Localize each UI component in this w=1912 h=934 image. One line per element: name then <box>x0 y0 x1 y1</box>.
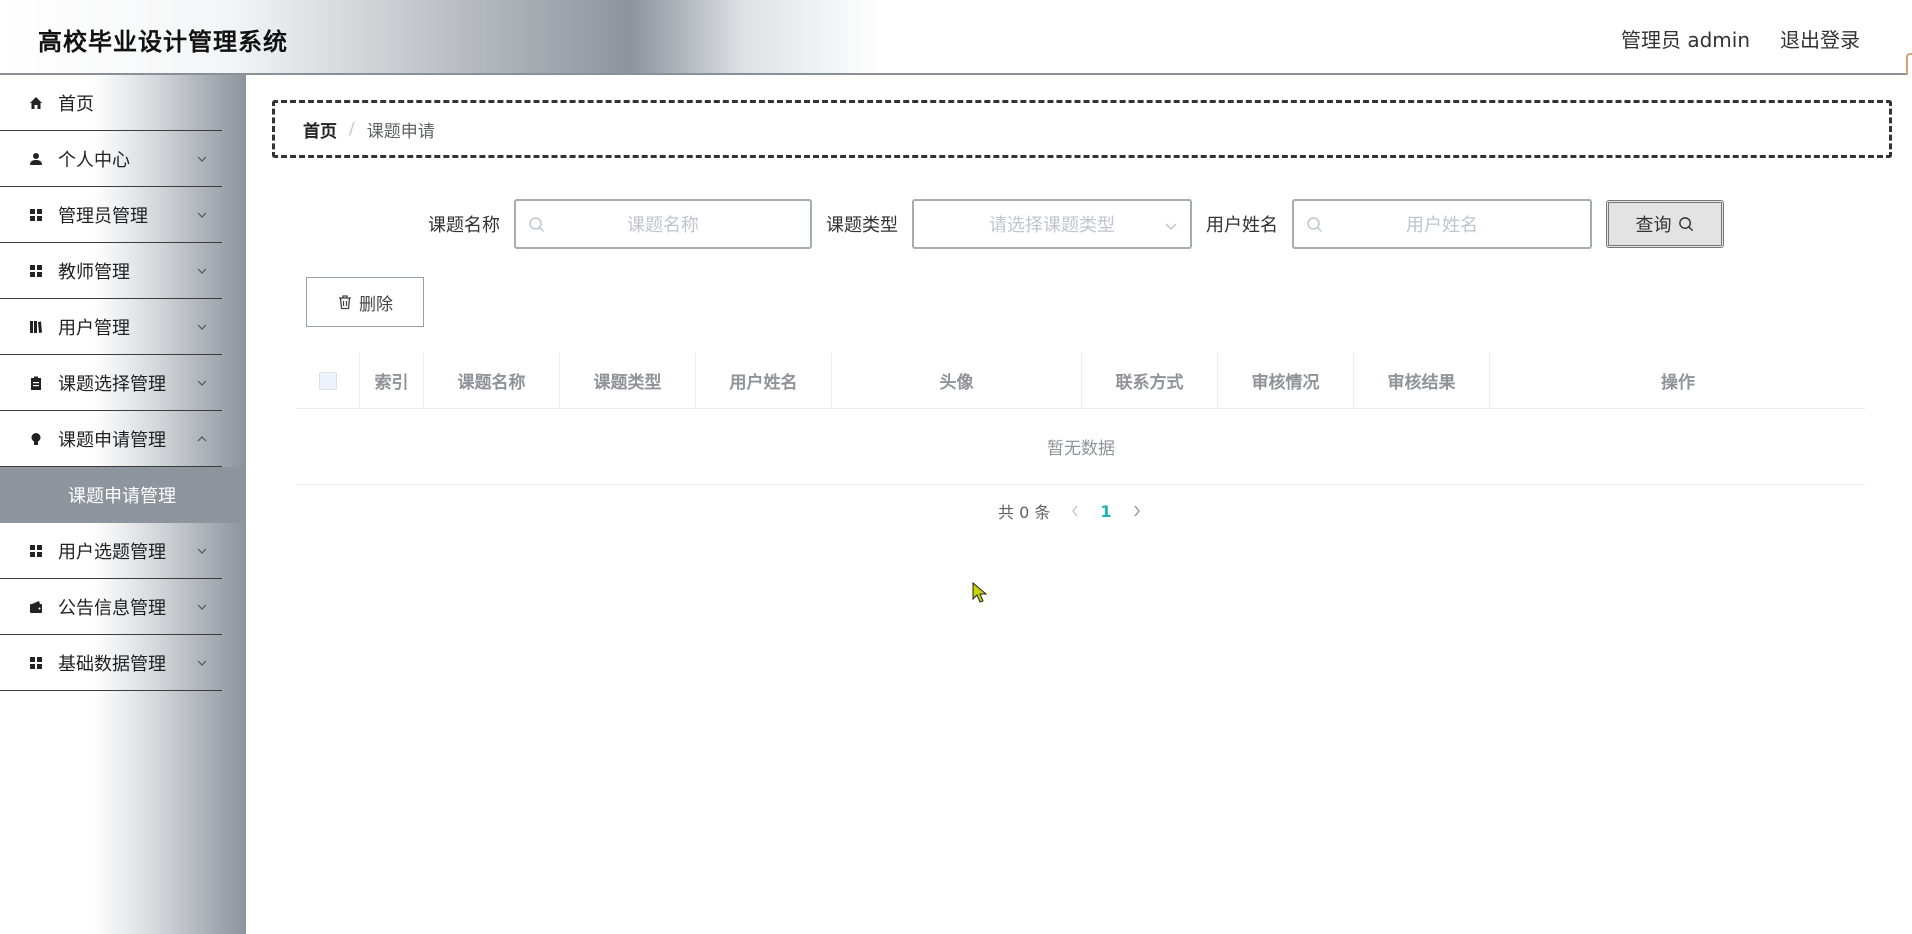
mouse-cursor-icon <box>972 582 988 603</box>
user-name-input[interactable]: 用户姓名 <box>1292 199 1592 249</box>
column-header[interactable]: 审核结果 <box>1354 353 1490 408</box>
breadcrumb-current: 课题申请 <box>366 121 435 142</box>
chevron-down-icon <box>197 604 207 610</box>
sidebar-item-label: 公告信息管理 <box>58 597 166 619</box>
pagination: 共 0 条 1 <box>998 499 1142 523</box>
topic-name-placeholder: 课题名称 <box>627 215 699 236</box>
chevron-left-icon[interactable] <box>1070 504 1080 518</box>
sidebar-menu: 首页 个人中心 管理员管理 教师管理 用户管理 课题选择管理 课题申请管理 课题… <box>0 75 246 691</box>
delete-button-label: 删除 <box>359 294 393 315</box>
sidebar-item-topic-selection[interactable]: 课题选择管理 <box>0 355 222 411</box>
chevron-down-icon <box>197 268 207 274</box>
search-icon <box>1307 217 1323 233</box>
user-name-label: 用户姓名 <box>1206 215 1278 236</box>
current-user-label: 管理员 admin <box>1620 28 1750 52</box>
book-icon <box>28 319 44 335</box>
sidebar-item-announcement[interactable]: 公告信息管理 <box>0 579 222 635</box>
grid-icon <box>28 263 44 279</box>
grid-icon <box>28 207 44 223</box>
chevron-down-icon <box>197 548 207 554</box>
column-header[interactable]: 审核情况 <box>1218 353 1354 408</box>
sidebar-item-teacher-management[interactable]: 教师管理 <box>0 243 222 299</box>
select-all-cell <box>296 353 360 408</box>
sidebar-item-home[interactable]: 首页 <box>0 75 222 131</box>
chevron-right-icon[interactable] <box>1132 504 1142 518</box>
app-title: 高校毕业设计管理系统 <box>38 28 288 56</box>
sidebar-item-label: 用户管理 <box>58 317 130 339</box>
sidebar-item-admin-management[interactable]: 管理员管理 <box>0 187 222 243</box>
main-content: 首页 / 课题申请 课题名称 课题名称 课题类型 请选择课题类型 用户姓名 用户… <box>246 75 1912 934</box>
search-form: 课题名称 课题名称 课题类型 请选择课题类型 用户姓名 用户姓名 查询 <box>428 199 1724 249</box>
sidebar-item-label: 课题申请管理 <box>58 429 166 451</box>
clipboard-icon <box>28 375 44 391</box>
chevron-down-icon <box>197 380 207 386</box>
topic-name-label: 课题名称 <box>428 215 500 236</box>
sidebar-item-user-management[interactable]: 用户管理 <box>0 299 222 355</box>
trash-icon <box>339 295 351 310</box>
chevron-down-icon <box>197 324 207 330</box>
data-table: 索引 课题名称 课题类型 用户姓名 头像 联系方式 审核情况 审核结果 操作 暂… <box>296 353 1866 485</box>
logout-link[interactable]: 退出登录 <box>1780 24 1860 53</box>
grid-icon <box>28 655 44 671</box>
search-icon <box>1678 216 1693 231</box>
chevron-down-icon <box>1165 223 1177 230</box>
topic-type-label: 课题类型 <box>826 215 898 236</box>
sidebar-item-label: 用户选题管理 <box>58 541 166 563</box>
column-header[interactable]: 课题名称 <box>424 353 560 408</box>
pagination-total: 共 0 条 <box>998 503 1051 522</box>
sidebar-item-label: 基础数据管理 <box>58 653 166 675</box>
home-icon <box>28 95 44 111</box>
breadcrumb-home-link[interactable]: 首页 <box>303 117 337 142</box>
sidebar: 首页 个人中心 管理员管理 教师管理 用户管理 课题选择管理 课题申请管理 课题… <box>0 75 246 934</box>
grid-icon <box>28 543 44 559</box>
chevron-down-icon <box>197 212 207 218</box>
header-user-area: 管理员 admin 退出登录 <box>1621 24 1860 53</box>
sidebar-item-label: 首页 <box>58 93 94 115</box>
sidebar-item-label: 个人中心 <box>58 149 130 171</box>
query-button-label: 查询 <box>1635 215 1672 236</box>
bulb-icon <box>28 431 44 447</box>
sidebar-item-topic-application[interactable]: 课题申请管理 <box>0 411 222 467</box>
chevron-up-icon <box>197 436 207 442</box>
top-header: 高校毕业设计管理系统 管理员 admin 退出登录 <box>0 0 1912 89</box>
column-header[interactable]: 索引 <box>360 353 424 408</box>
sidebar-item-label: 教师管理 <box>58 261 130 283</box>
table-header: 索引 课题名称 课题类型 用户姓名 头像 联系方式 审核情况 审核结果 操作 <box>296 353 1866 409</box>
submenu-item-topic-application[interactable]: 课题申请管理 <box>0 467 246 523</box>
chevron-down-icon <box>197 156 207 162</box>
breadcrumb-separator: / <box>349 119 355 139</box>
column-header[interactable]: 联系方式 <box>1082 353 1218 408</box>
table-empty-text: 暂无数据 <box>296 409 1866 485</box>
column-header[interactable]: 头像 <box>832 353 1082 408</box>
select-all-checkbox[interactable] <box>318 371 337 390</box>
sidebar-item-label: 课题选择管理 <box>58 373 166 395</box>
column-header[interactable]: 操作 <box>1490 353 1866 408</box>
pagination-page-number[interactable]: 1 <box>1100 502 1111 521</box>
column-header[interactable]: 课题类型 <box>560 353 696 408</box>
delete-button[interactable]: 删除 <box>306 277 424 327</box>
query-button[interactable]: 查询 <box>1606 200 1724 248</box>
user-name-placeholder: 用户姓名 <box>1406 215 1478 236</box>
breadcrumb: 首页 / 课题申请 <box>272 100 1892 158</box>
sidebar-item-basic-data[interactable]: 基础数据管理 <box>0 635 222 691</box>
chevron-down-icon <box>197 660 207 666</box>
topic-type-select[interactable]: 请选择课题类型 <box>912 199 1192 249</box>
sidebar-item-user-topic[interactable]: 用户选题管理 <box>0 523 222 579</box>
topic-name-input[interactable]: 课题名称 <box>514 199 812 249</box>
column-header[interactable]: 用户姓名 <box>696 353 832 408</box>
wallet-icon <box>28 599 44 615</box>
sidebar-item-label: 管理员管理 <box>58 205 148 227</box>
search-icon <box>529 217 545 233</box>
sidebar-item-personal-center[interactable]: 个人中心 <box>0 131 222 187</box>
topic-type-placeholder: 请选择课题类型 <box>989 215 1115 236</box>
user-icon <box>28 151 44 167</box>
